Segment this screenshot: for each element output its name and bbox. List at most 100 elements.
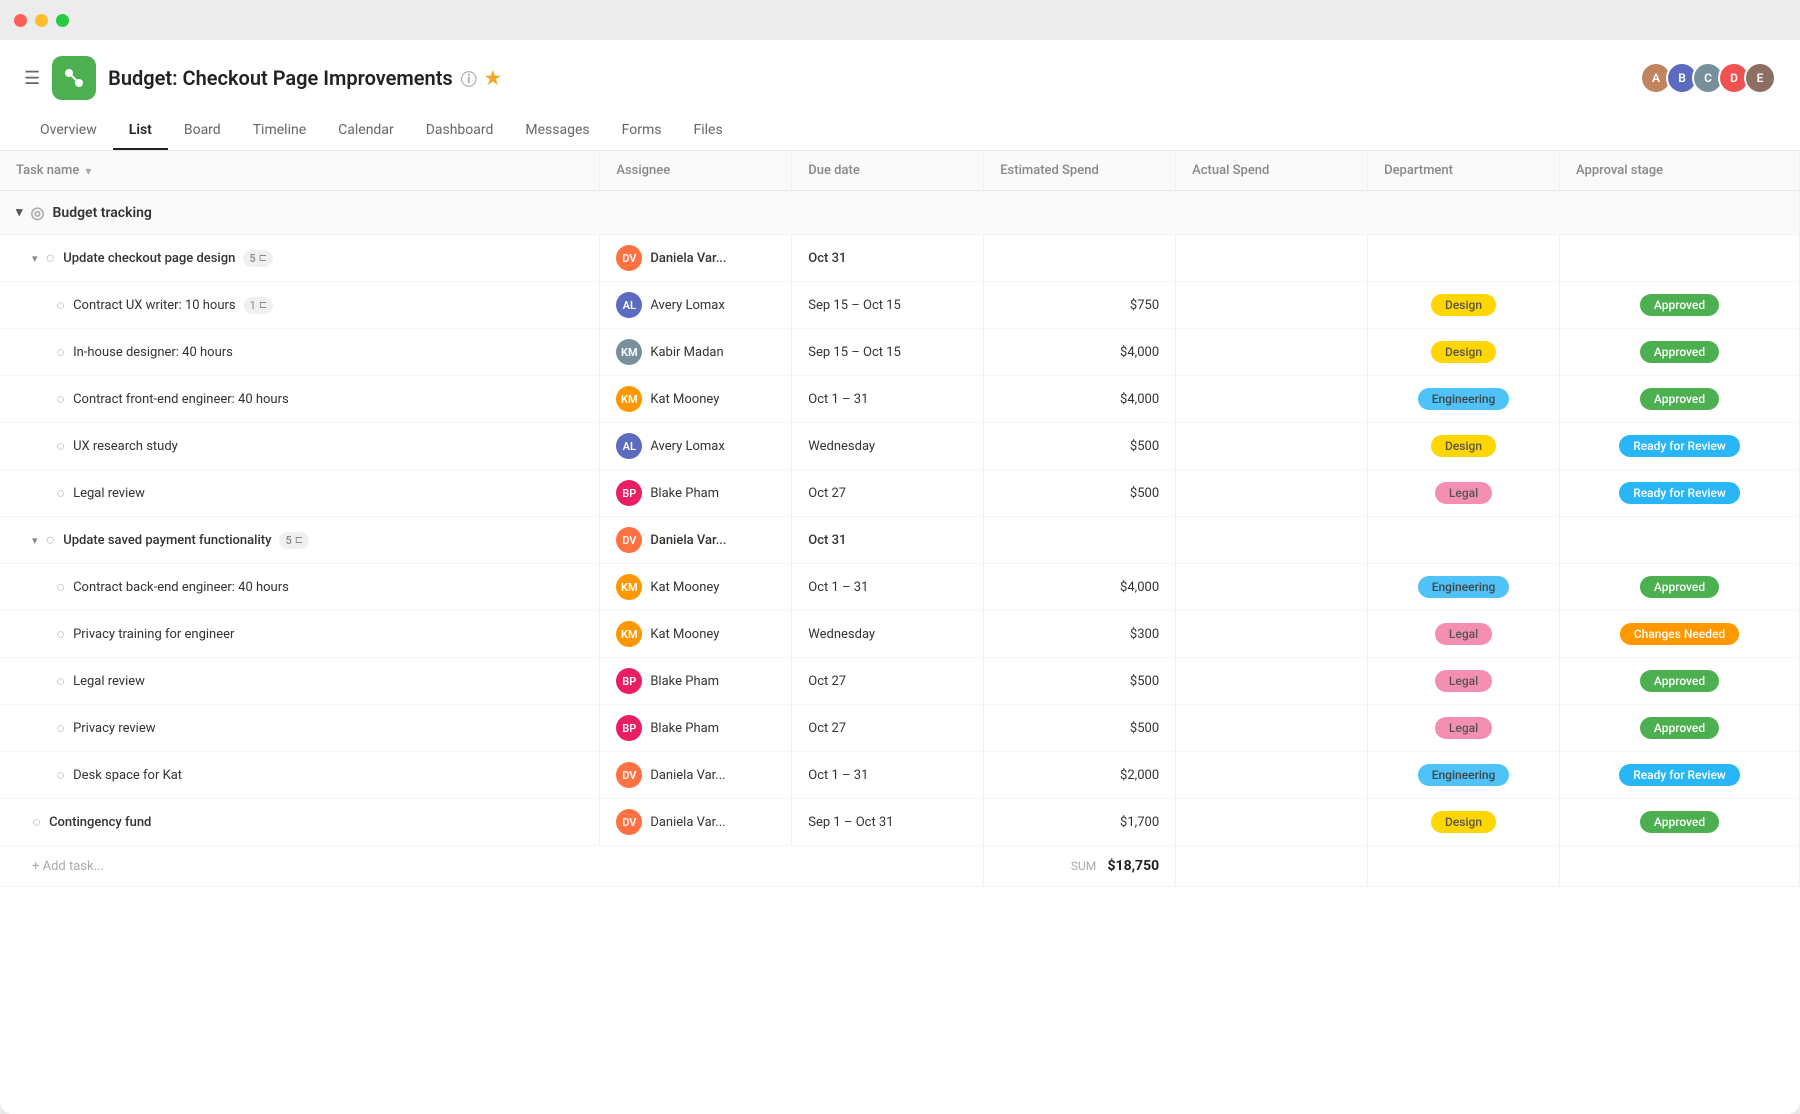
assignee-name: Daniela Var... bbox=[650, 533, 726, 548]
tab-files[interactable]: Files bbox=[677, 112, 738, 150]
tab-board[interactable]: Board bbox=[168, 112, 237, 150]
th-estimated-spend[interactable]: Estimated Spend bbox=[984, 151, 1176, 191]
tab-forms[interactable]: Forms bbox=[606, 112, 678, 150]
task-name-text[interactable]: Desk space for Kat bbox=[73, 768, 182, 783]
estimated-spend-cell: $2,000 bbox=[984, 752, 1176, 799]
section-title-text: Budget tracking bbox=[53, 205, 152, 221]
group-name-text: Update saved payment functionality bbox=[63, 533, 271, 548]
minimize-button[interactable] bbox=[35, 14, 48, 27]
th-due-date[interactable]: Due date bbox=[792, 151, 984, 191]
department-badge: Engineering bbox=[1418, 576, 1510, 598]
assignee-cell: KM Kat Mooney bbox=[600, 376, 792, 423]
check-icon: ○ bbox=[56, 343, 65, 361]
task-name-text[interactable]: UX research study bbox=[73, 439, 178, 454]
due-date-cell: Oct 1 – 31 bbox=[792, 376, 984, 423]
star-icon[interactable]: ★ bbox=[485, 68, 501, 89]
department-cell: Engineering bbox=[1368, 752, 1560, 799]
assignee-cell: BP Blake Pham bbox=[600, 470, 792, 517]
department-cell: Design bbox=[1368, 282, 1560, 329]
subtask-badge: 1⊏ bbox=[244, 297, 274, 314]
task-name-text[interactable]: Privacy review bbox=[73, 721, 155, 736]
assignee-name: Kabir Madan bbox=[650, 345, 723, 360]
task-name-cell: ○ Desk space for Kat bbox=[0, 752, 600, 799]
task-name-text[interactable]: Privacy training for engineer bbox=[73, 627, 234, 642]
assignee-name: Daniela Var... bbox=[650, 251, 726, 266]
task-name-text[interactable]: Contract UX writer: 10 hours bbox=[73, 298, 236, 313]
due-date-cell: Oct 1 – 31 bbox=[792, 752, 984, 799]
task-name-text[interactable]: Contract front-end engineer: 40 hours bbox=[73, 392, 289, 407]
th-assignee[interactable]: Assignee bbox=[600, 151, 792, 191]
task-name-text[interactable]: Contingency fund bbox=[49, 815, 151, 830]
approval-badge: Approved bbox=[1640, 388, 1719, 410]
chevron-down-icon[interactable]: ▾ bbox=[16, 205, 23, 220]
tab-list[interactable]: List bbox=[113, 112, 168, 150]
check-icon: ○ bbox=[56, 578, 65, 596]
department-cell: Engineering bbox=[1368, 376, 1560, 423]
app-title: Budget: Checkout Page Improvements ⓘ ★ bbox=[108, 66, 501, 90]
th-approval-stage[interactable]: Approval stage bbox=[1560, 151, 1800, 191]
app-title-text: Budget: Checkout Page Improvements bbox=[108, 66, 453, 90]
approval-cell: Approved bbox=[1560, 376, 1800, 423]
check-icon: ○ bbox=[56, 484, 65, 502]
department-cell: Legal bbox=[1368, 611, 1560, 658]
actual-spend-cell bbox=[1176, 564, 1368, 611]
due-date-cell: Oct 27 bbox=[792, 705, 984, 752]
approval-badge: Approved bbox=[1640, 576, 1719, 598]
add-task-button[interactable]: + Add task... bbox=[0, 846, 984, 887]
task-name-text[interactable]: In-house designer: 40 hours bbox=[73, 345, 233, 360]
th-actual-spend[interactable]: Actual Spend bbox=[1176, 151, 1368, 191]
th-department[interactable]: Department bbox=[1368, 151, 1560, 191]
approval-cell: Approved bbox=[1560, 329, 1800, 376]
tab-timeline[interactable]: Timeline bbox=[237, 112, 322, 150]
table-header-row: Task name ▾ Assignee Due date Estimated … bbox=[0, 151, 1800, 191]
check-icon: ○ bbox=[56, 719, 65, 737]
tab-overview[interactable]: Overview bbox=[24, 112, 113, 150]
due-date-cell: Sep 15 – Oct 15 bbox=[792, 282, 984, 329]
chevron-down-icon[interactable]: ▾ bbox=[32, 534, 38, 547]
approval-cell: Changes Needed bbox=[1560, 611, 1800, 658]
department-cell: Design bbox=[1368, 423, 1560, 470]
assignee-name: Blake Pham bbox=[650, 674, 719, 689]
subtask-count: 5 bbox=[249, 252, 255, 265]
department-badge: Design bbox=[1431, 435, 1496, 457]
due-date-cell: Oct 27 bbox=[792, 658, 984, 705]
estimated-spend-cell: $4,000 bbox=[984, 376, 1176, 423]
assignee-cell: KM Kat Mooney bbox=[600, 611, 792, 658]
nav-tabs: Overview List Board Timeline Calendar Da… bbox=[24, 112, 1776, 150]
chevron-down-icon[interactable]: ▾ bbox=[32, 252, 38, 265]
close-button[interactable] bbox=[14, 14, 27, 27]
chevron-down-icon[interactable]: ▾ bbox=[85, 164, 91, 178]
subtask-badge: 5 ⊏ bbox=[243, 250, 273, 267]
check-icon: ○ bbox=[56, 766, 65, 784]
table-row: ○ Contract UX writer: 10 hours 1⊏ AL Ave… bbox=[0, 282, 1800, 329]
approval-badge: Ready for Review bbox=[1619, 435, 1740, 457]
section-circle-icon: ◎ bbox=[31, 203, 45, 222]
tab-messages[interactable]: Messages bbox=[509, 112, 605, 150]
table-row: ○ Contract back-end engineer: 40 hours K… bbox=[0, 564, 1800, 611]
estimated-spend-cell: $4,000 bbox=[984, 329, 1176, 376]
department-cell: Engineering bbox=[1368, 564, 1560, 611]
tab-calendar[interactable]: Calendar bbox=[322, 112, 410, 150]
assignee-name: Daniela Var... bbox=[650, 815, 725, 830]
task-name-text[interactable]: Legal review bbox=[73, 486, 145, 501]
assignee-name: Avery Lomax bbox=[650, 439, 725, 454]
due-date-cell: Wednesday bbox=[792, 611, 984, 658]
section-header-row: ▾ ◎ Budget tracking bbox=[0, 191, 1800, 235]
maximize-button[interactable] bbox=[56, 14, 69, 27]
group-header-row: ▾ ○ Update saved payment functionality 5… bbox=[0, 517, 1800, 564]
add-task-row[interactable]: + Add task... SUM $18,750 bbox=[0, 846, 1800, 887]
hamburger-icon[interactable]: ☰ bbox=[24, 68, 40, 89]
approval-cell: Approved bbox=[1560, 282, 1800, 329]
th-task-name[interactable]: Task name ▾ bbox=[0, 151, 600, 191]
approval-cell: Ready for Review bbox=[1560, 423, 1800, 470]
tab-dashboard[interactable]: Dashboard bbox=[410, 112, 510, 150]
task-name-text[interactable]: Contract back-end engineer: 40 hours bbox=[73, 580, 289, 595]
actual-spend-cell bbox=[1176, 799, 1368, 846]
department-cell: Legal bbox=[1368, 658, 1560, 705]
task-name-cell: ○ UX research study bbox=[0, 423, 600, 470]
department-badge: Design bbox=[1431, 294, 1496, 316]
assignee-name: Kat Mooney bbox=[650, 580, 719, 595]
info-icon[interactable]: ⓘ bbox=[461, 66, 477, 90]
approval-cell: Ready for Review bbox=[1560, 752, 1800, 799]
task-name-text[interactable]: Legal review bbox=[73, 674, 145, 689]
